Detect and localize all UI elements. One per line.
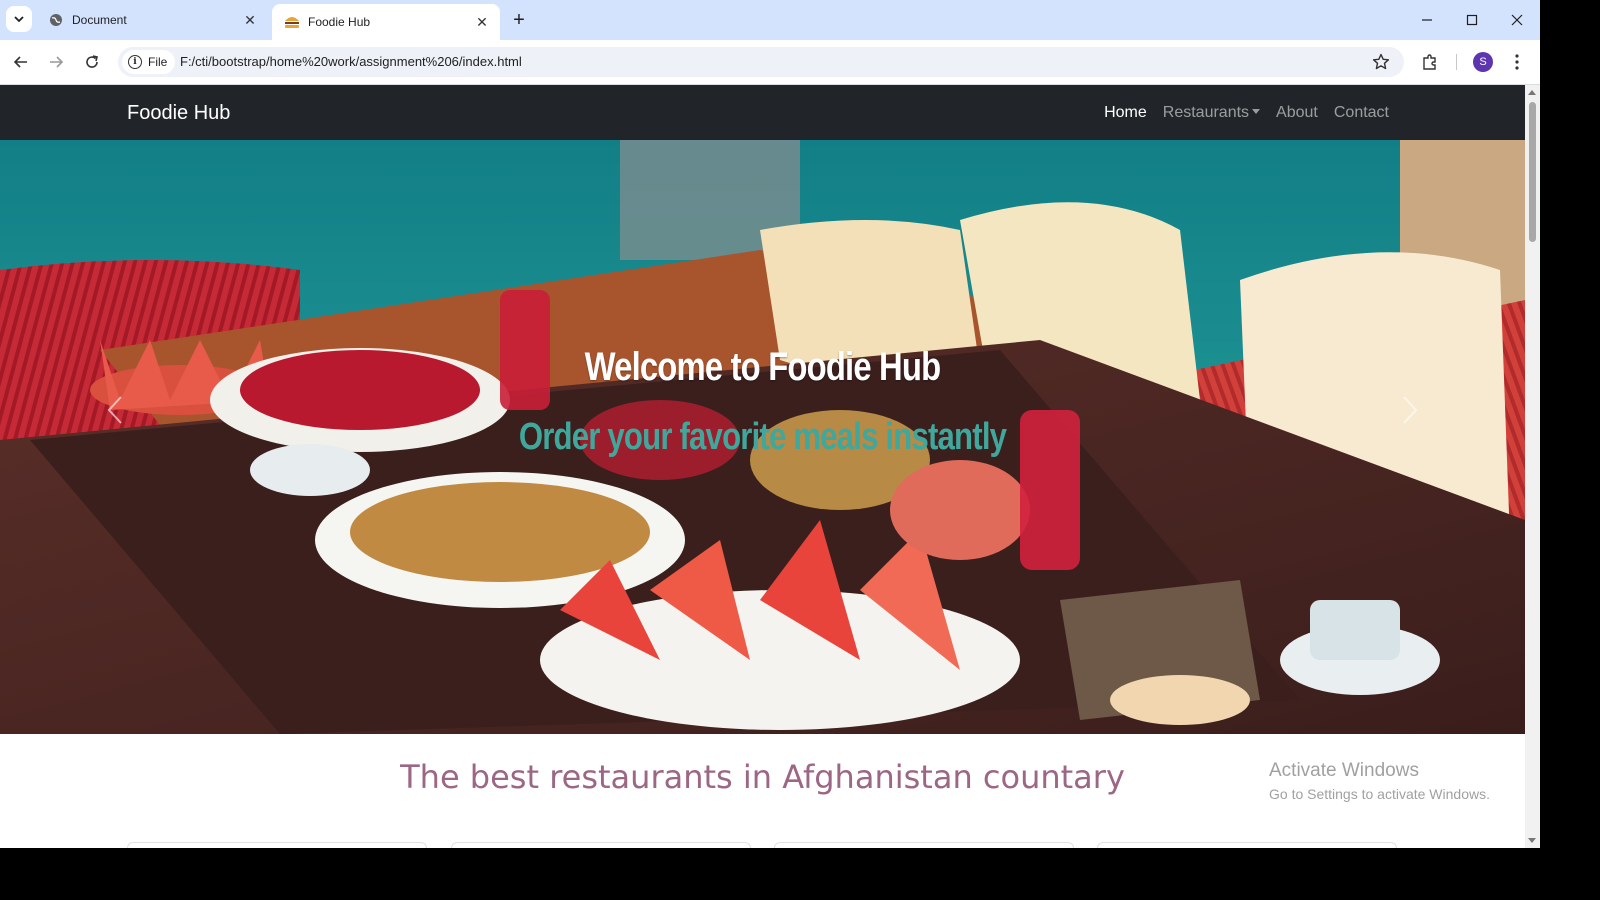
more-vert-icon	[1515, 54, 1519, 70]
scroll-thumb[interactable]	[1529, 102, 1536, 242]
arrow-right-icon	[50, 56, 64, 68]
hero-carousel: Welcome to Foodie Hub Order your favorit…	[0, 140, 1525, 734]
web-page: Foodie Hub Home Restaurants About Contac…	[0, 85, 1525, 848]
back-button[interactable]	[8, 49, 34, 75]
restaurant-card[interactable]	[127, 842, 427, 848]
nav-links: Home Restaurants About Contact	[1104, 85, 1389, 140]
menu-button[interactable]	[1506, 51, 1528, 73]
puzzle-icon	[1423, 54, 1436, 70]
star-icon[interactable]	[1372, 53, 1390, 71]
new-tab-button[interactable]: +	[508, 9, 530, 31]
restaurant-card[interactable]	[451, 842, 751, 848]
reload-button[interactable]	[79, 49, 105, 75]
restaurant-card[interactable]	[1097, 842, 1397, 848]
browser-toolbar: i File F:/cti/bootstrap/home%20work/assi…	[0, 40, 1540, 85]
nav-restaurants-label: Restaurants	[1162, 103, 1250, 121]
chevron-down-icon	[14, 16, 24, 23]
tab-title: Document	[72, 13, 127, 27]
carousel-prev-button[interactable]	[95, 390, 135, 430]
screen: Document ✕ Foodie Hub ✕ + i File F:/cti/…	[0, 0, 1568, 882]
reload-icon	[86, 55, 98, 68]
nav-about[interactable]: About	[1276, 104, 1318, 122]
nav-home[interactable]: Home	[1104, 104, 1147, 122]
nav-restaurants-dropdown[interactable]: Restaurants	[1162, 103, 1261, 122]
chip-label: File	[148, 55, 168, 69]
page-scrollbar[interactable]	[1525, 85, 1540, 848]
maximize-button[interactable]	[1449, 0, 1495, 40]
nav-contact[interactable]: Contact	[1334, 104, 1389, 122]
site-navbar: Foodie Hub Home Restaurants About Contac…	[0, 85, 1525, 140]
close-icon[interactable]: ✕	[240, 10, 260, 30]
tab-document[interactable]: Document ✕	[36, 0, 268, 40]
url-text[interactable]: F:/cti/bootstrap/home%20work/assignment%…	[180, 54, 522, 69]
tab-foodie-hub[interactable]: Foodie Hub ✕	[272, 4, 500, 40]
site-info-chip[interactable]: i File	[122, 50, 176, 74]
burger-icon	[284, 14, 300, 30]
profile-avatar[interactable]: S	[1473, 52, 1493, 72]
tab-strip: Document ✕ Foodie Hub ✕ +	[0, 0, 1540, 40]
watermark-title: Activate Windows	[1269, 760, 1419, 781]
carousel-next-button[interactable]	[1390, 390, 1430, 430]
forward-button[interactable]	[43, 49, 69, 75]
extensions-button[interactable]	[1419, 51, 1441, 73]
toolbar-divider	[1456, 54, 1457, 70]
chevron-left-icon	[107, 396, 122, 424]
windows-activation-watermark: Activate Windows Go to Settings to activ…	[1269, 760, 1490, 802]
restaurant-card[interactable]	[774, 842, 1074, 848]
globe-icon	[48, 12, 64, 28]
arrow-left-icon	[13, 56, 27, 68]
close-window-button[interactable]	[1494, 0, 1540, 40]
info-icon: i	[128, 55, 142, 69]
close-icon[interactable]: ✕	[472, 12, 492, 32]
hero-title: Welcome to Foodie Hub	[584, 345, 942, 389]
navbar-brand[interactable]: Foodie Hub	[127, 102, 230, 125]
scroll-up-arrow[interactable]	[1528, 90, 1536, 95]
watermark-subtitle: Go to Settings to activate Windows.	[1269, 786, 1490, 802]
chevron-right-icon	[1403, 396, 1418, 424]
browser-window: Document ✕ Foodie Hub ✕ + i File F:/cti/…	[0, 0, 1540, 848]
scroll-down-arrow[interactable]	[1528, 838, 1536, 843]
caret-down-icon	[1252, 108, 1261, 114]
tab-title: Foodie Hub	[308, 15, 371, 29]
address-bar[interactable]: i File F:/cti/bootstrap/home%20work/assi…	[118, 47, 1404, 77]
minimize-button[interactable]	[1404, 0, 1450, 40]
hero-subtitle: Order your favorite meals instantly	[518, 416, 1007, 458]
tab-search-button[interactable]	[6, 6, 32, 32]
